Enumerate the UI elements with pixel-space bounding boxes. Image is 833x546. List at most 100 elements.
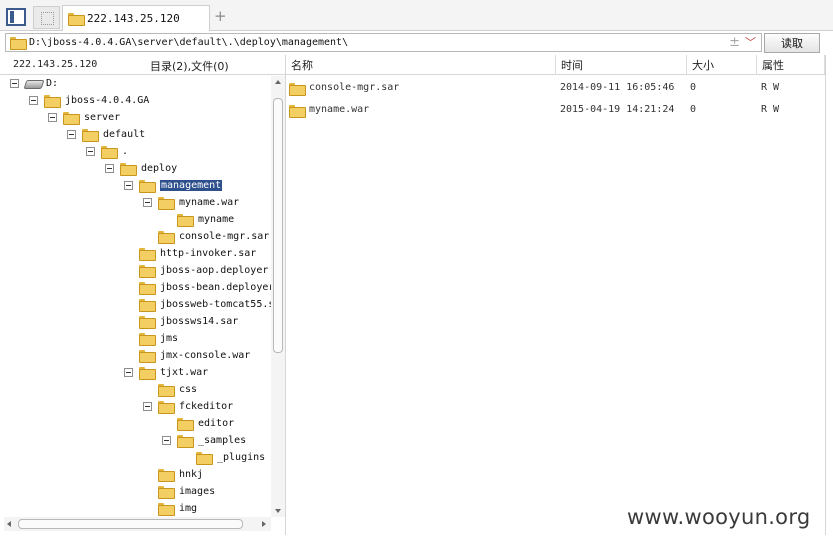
tree-item[interactable]: deploy	[0, 161, 271, 177]
folder-icon	[158, 486, 175, 499]
column-name[interactable]: 名称	[286, 55, 556, 74]
folder-icon	[158, 197, 175, 210]
folder-icon	[10, 37, 27, 50]
tree-item-label: myname.war	[179, 197, 240, 208]
collapse-toggle-icon[interactable]	[29, 96, 38, 105]
file-attr: R W	[761, 104, 780, 115]
tree-item[interactable]: editor	[0, 416, 271, 432]
tree-item[interactable]: http-invoker.sar	[0, 246, 271, 262]
tree-item-label: images	[179, 486, 216, 497]
tree-item[interactable]: server	[0, 110, 271, 126]
tree-item-label: _samples	[198, 435, 247, 446]
tree-item-label: jbossweb-tomcat55.sar	[160, 299, 271, 310]
blank-tab-button[interactable]	[33, 6, 60, 29]
tree-item[interactable]: jbossweb-tomcat55.sar	[0, 297, 271, 313]
collapse-toggle-icon[interactable]	[10, 79, 19, 88]
tree-vertical-scrollbar[interactable]	[271, 76, 285, 517]
tree-item-label: jboss-4.0.4.GA	[65, 95, 150, 106]
tree-item[interactable]: _samples	[0, 433, 271, 449]
folder-icon	[158, 401, 175, 414]
host-label: 222.143.25.120	[13, 59, 98, 70]
tree-item-label: management	[160, 180, 223, 191]
tab-host[interactable]: 222.143.25.120	[62, 5, 210, 31]
scroll-left-icon[interactable]	[7, 521, 11, 527]
tree-item[interactable]: tjxt.war	[0, 365, 271, 381]
tree-item[interactable]: console-mgr.sar	[0, 229, 271, 245]
folder-icon	[196, 452, 213, 465]
collapse-toggle-icon[interactable]	[124, 368, 133, 377]
tree-header: 222.143.25.120 目录(2),文件(0)	[0, 55, 285, 75]
tree-item[interactable]: .	[0, 144, 271, 160]
folder-icon	[139, 282, 156, 295]
scroll-down-icon[interactable]	[275, 509, 281, 513]
tree-item-label: tjxt.war	[160, 367, 209, 378]
tree-item[interactable]: jboss-4.0.4.GA	[0, 93, 271, 109]
tree-item[interactable]: jboss-aop.deployer	[0, 263, 271, 279]
tree-item-label: jbossws14.sar	[160, 316, 239, 327]
folder-icon	[177, 418, 194, 431]
scroll-thumb[interactable]	[18, 519, 243, 529]
tree-item[interactable]: myname.war	[0, 195, 271, 211]
collapse-toggle-icon[interactable]	[86, 147, 95, 156]
pane-splitter[interactable]	[285, 55, 286, 535]
tree-item[interactable]: default	[0, 127, 271, 143]
collapse-toggle-icon[interactable]	[48, 113, 57, 122]
pin-icon[interactable]: ±	[729, 34, 740, 51]
tree-item[interactable]: _plugins	[0, 450, 271, 466]
path-input[interactable]: D:\jboss-4.0.4.GA\server\default\.\deplo…	[5, 33, 762, 52]
folder-icon	[44, 95, 61, 108]
tree-item-label: jboss-aop.deployer	[160, 265, 269, 276]
tree-item-label: http-invoker.sar	[160, 248, 257, 259]
collapse-toggle-icon[interactable]	[143, 198, 152, 207]
tree-item[interactable]: jmx-console.war	[0, 348, 271, 364]
column-time[interactable]: 时间	[556, 55, 687, 74]
add-tab-button[interactable]: +	[214, 9, 227, 24]
tree-item[interactable]: jbossws14.sar	[0, 314, 271, 330]
folder-icon	[177, 435, 194, 448]
tree-item[interactable]: css	[0, 382, 271, 398]
collapse-toggle-icon[interactable]	[105, 164, 114, 173]
column-size[interactable]: 大小	[687, 55, 757, 74]
tree-item-label: server	[84, 112, 121, 123]
tree-item-label: _plugins	[217, 452, 266, 463]
tree-item-label: console-mgr.sar	[179, 231, 270, 242]
tree-item[interactable]: img	[0, 501, 271, 517]
file-size: 0	[690, 82, 697, 93]
list-item[interactable]: myname.war 2015-04-19 14:21:24 0 R W	[286, 100, 816, 122]
tree-horizontal-scrollbar[interactable]	[4, 517, 271, 531]
tree-item[interactable]: fckeditor	[0, 399, 271, 415]
scroll-thumb[interactable]	[273, 98, 283, 353]
sidebar-toggle-icon[interactable]	[6, 8, 26, 26]
tab-label: 222.143.25.120	[87, 12, 180, 25]
tree-item-label: hnkj	[179, 469, 204, 480]
scroll-right-icon[interactable]	[262, 521, 266, 527]
tree-item-label: jboss-bean.deployer	[160, 282, 271, 293]
tree-item[interactable]: jms	[0, 331, 271, 347]
tree-item[interactable]: jboss-bean.deployer	[0, 280, 271, 296]
collapse-toggle-icon[interactable]	[67, 130, 76, 139]
tree-item-label: img	[179, 503, 198, 514]
tree-item[interactable]: images	[0, 484, 271, 500]
collapse-toggle-icon[interactable]	[124, 181, 133, 190]
tree-item[interactable]: management	[0, 178, 271, 194]
chevron-down-icon[interactable]: ﹀	[745, 34, 756, 51]
right-edge-panel	[825, 55, 833, 535]
folder-icon	[101, 146, 118, 159]
read-button[interactable]: 读取	[764, 33, 820, 53]
folder-icon	[139, 350, 156, 363]
path-text: D:\jboss-4.0.4.GA\server\default\.\deplo…	[29, 37, 349, 48]
collapse-toggle-icon[interactable]	[143, 402, 152, 411]
folder-icon	[139, 299, 156, 312]
folder-icon	[139, 180, 156, 193]
list-item[interactable]: console-mgr.sar 2014-09-11 16:05:46 0 R …	[286, 78, 816, 100]
column-attr[interactable]: 属性	[757, 55, 825, 74]
watermark: www.wooyun.org	[627, 505, 811, 529]
folder-icon	[120, 163, 137, 176]
tree-item-label: fckeditor	[179, 401, 234, 412]
scroll-up-icon[interactable]	[275, 80, 281, 84]
collapse-toggle-icon[interactable]	[162, 436, 171, 445]
tree-item[interactable]: hnkj	[0, 467, 271, 483]
tree-item[interactable]: myname	[0, 212, 271, 228]
tree-item[interactable]: D:	[0, 76, 271, 92]
file-time: 2014-09-11 16:05:46	[560, 82, 675, 93]
